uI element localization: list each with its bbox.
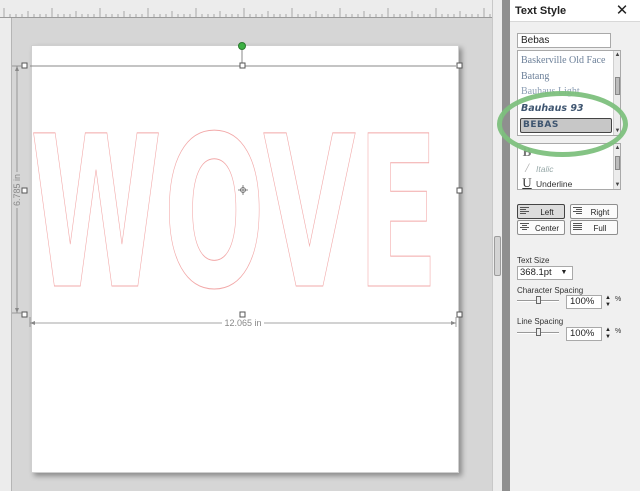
font-item-bauhaus-93[interactable]: Bauhaus 93 bbox=[521, 103, 584, 114]
align-center-button[interactable]: Center bbox=[517, 220, 565, 235]
line-spacing-label: Line Spacing bbox=[517, 317, 564, 326]
scrollbar-thumb[interactable] bbox=[615, 156, 620, 170]
text-size-label: Text Size bbox=[517, 256, 550, 265]
character-spacing-slider-thumb[interactable] bbox=[536, 296, 541, 304]
style-item-italic[interactable]: Italic bbox=[536, 164, 553, 174]
panel-splitter[interactable] bbox=[502, 0, 510, 491]
align-center-icon bbox=[520, 223, 529, 232]
line-spacing-spinner[interactable]: ▲ ▼ bbox=[604, 327, 612, 341]
character-spacing-spinner[interactable]: ▲ ▼ bbox=[604, 295, 612, 309]
font-search-input[interactable] bbox=[517, 33, 611, 48]
font-style-list[interactable]: B / Italic U Underline ▲ ▼ bbox=[517, 143, 621, 190]
font-item-bauhaus-light[interactable]: Bauhaus Light bbox=[521, 86, 580, 97]
scrollbar-thumb[interactable] bbox=[494, 236, 501, 276]
align-left-label: Left bbox=[540, 208, 554, 217]
align-left-icon bbox=[520, 207, 529, 216]
align-center-label: Center bbox=[534, 224, 559, 233]
character-spacing-input[interactable]: 100% bbox=[566, 295, 602, 309]
canvas-vertical-scrollbar[interactable] bbox=[492, 0, 502, 491]
character-spacing-label: Character Spacing bbox=[517, 286, 584, 295]
chevron-down-icon[interactable]: ▼ bbox=[557, 266, 571, 280]
italic-icon[interactable]: / bbox=[522, 160, 532, 176]
line-spacing-unit: % bbox=[615, 328, 622, 335]
line-spacing-slider-thumb[interactable] bbox=[536, 328, 541, 336]
line-spacing-input[interactable]: 100% bbox=[566, 327, 602, 341]
scroll-up-icon[interactable]: ▲ bbox=[614, 144, 620, 152]
scroll-down-icon[interactable]: ▼ bbox=[614, 181, 620, 189]
design-canvas[interactable] bbox=[12, 18, 492, 491]
scroll-down-icon[interactable]: ▼ bbox=[614, 127, 620, 135]
page-mat[interactable] bbox=[31, 45, 459, 473]
style-item-underline[interactable]: Underline bbox=[536, 179, 572, 189]
vertical-ruler bbox=[0, 18, 12, 491]
font-list-scrollbar[interactable]: ▲ ▼ bbox=[613, 51, 620, 135]
align-full-button[interactable]: Full bbox=[570, 220, 618, 235]
align-right-button[interactable]: Right bbox=[570, 204, 618, 219]
bold-icon[interactable]: B bbox=[522, 144, 532, 160]
align-left-button[interactable]: Left bbox=[517, 204, 565, 219]
panel-title: Text Style bbox=[515, 5, 567, 17]
horizontal-ruler bbox=[0, 0, 492, 18]
align-right-icon bbox=[573, 207, 582, 216]
close-icon[interactable]: ✕ bbox=[614, 3, 630, 19]
character-spacing-unit: % bbox=[615, 296, 622, 303]
scrollbar-thumb[interactable] bbox=[615, 77, 620, 95]
scroll-up-icon[interactable]: ▲ bbox=[614, 51, 620, 59]
align-justify-icon bbox=[573, 223, 582, 232]
align-full-label: Full bbox=[593, 224, 607, 233]
font-item-batang[interactable]: Batang bbox=[521, 71, 549, 82]
text-style-panel: Text Style ✕ Baskerville Old Face Batang… bbox=[510, 0, 640, 491]
font-item-bebas-selected[interactable]: BEBAS bbox=[520, 118, 612, 133]
style-list-scrollbar[interactable]: ▲ ▼ bbox=[613, 144, 620, 189]
panel-header: Text Style ✕ bbox=[510, 0, 640, 22]
font-item-baskerville[interactable]: Baskerville Old Face bbox=[521, 55, 605, 66]
align-right-label: Right bbox=[590, 208, 610, 217]
underline-icon[interactable]: U bbox=[522, 175, 532, 189]
font-list[interactable]: Baskerville Old Face Batang Bauhaus Ligh… bbox=[517, 50, 621, 136]
